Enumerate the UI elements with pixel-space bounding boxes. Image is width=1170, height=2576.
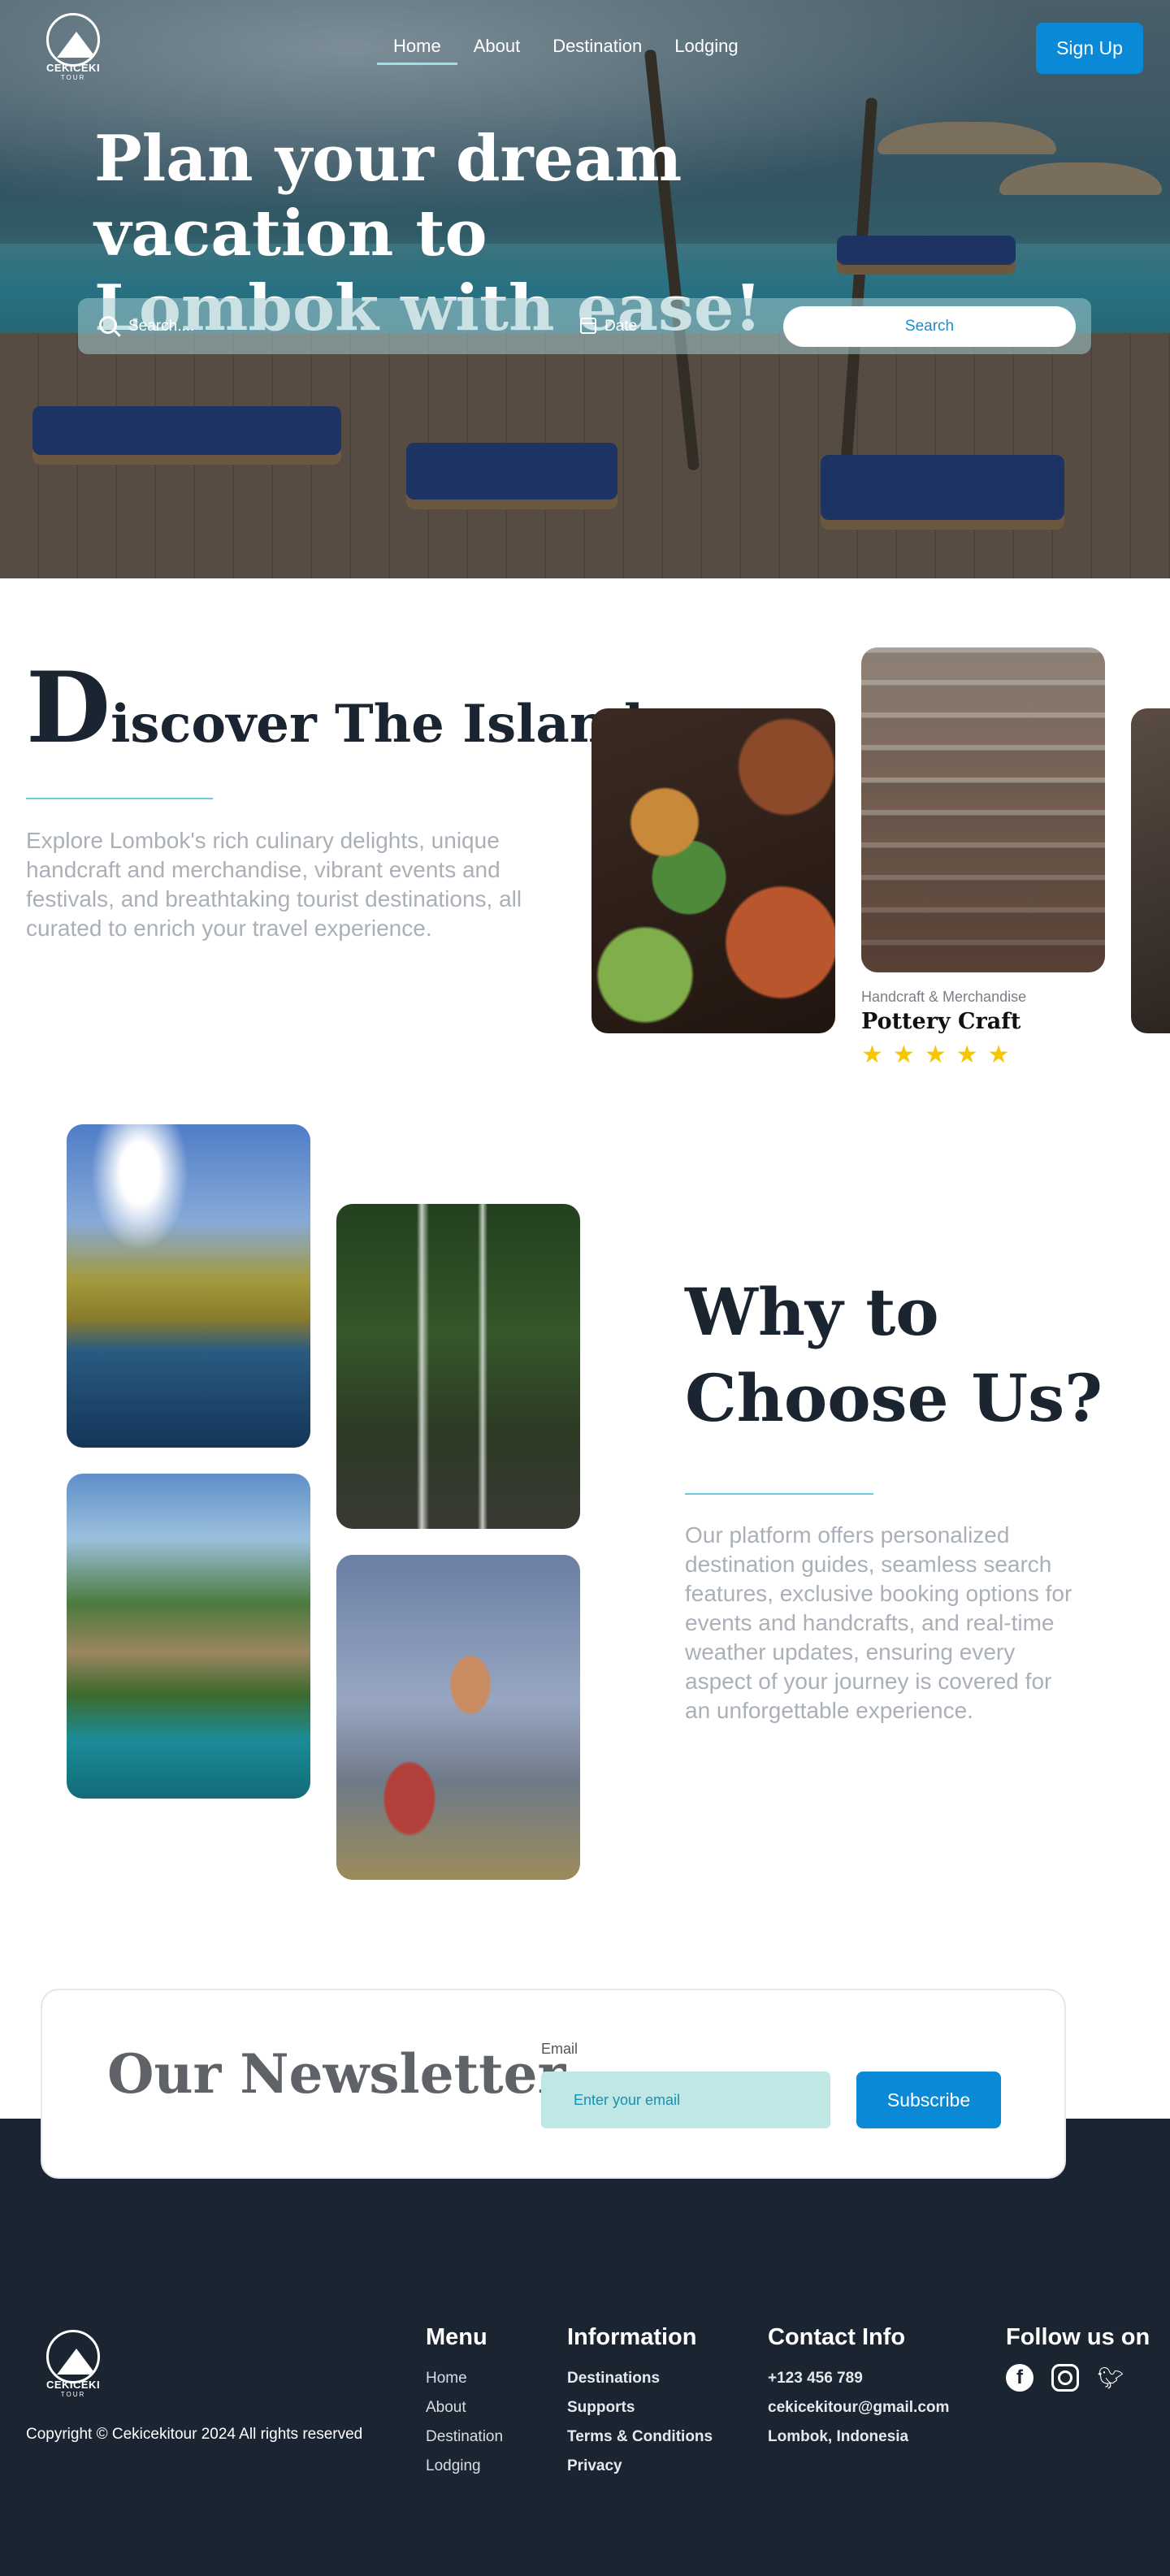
contact-phone: +123 456 789	[768, 2370, 863, 2387]
nav-about[interactable]: About	[457, 36, 537, 65]
star-icon: ★	[924, 1041, 947, 1068]
sign-up-button[interactable]: Sign Up	[1036, 23, 1143, 74]
discover-divider	[26, 798, 213, 799]
footer-link-about[interactable]: About	[426, 2393, 503, 2422]
facebook-icon[interactable]: f	[1006, 2364, 1034, 2392]
newsletter-title: Our Newsletter	[107, 2042, 566, 2106]
footer-menu-title: Menu	[426, 2324, 488, 2350]
hero-section: CEKICEKI TOUR Home About Destination Lod…	[0, 0, 1170, 578]
search-input[interactable]	[128, 311, 551, 342]
footer-information: Information Destinations Supports Terms …	[567, 2324, 713, 2481]
footer-menu: Menu Home About Destination Lodging	[426, 2324, 503, 2481]
nav-lodging[interactable]: Lodging	[658, 36, 754, 65]
brand-logo[interactable]: CEKICEKI TOUR	[39, 13, 107, 81]
contact-email[interactable]: cekicekitour@gmail.com	[768, 2393, 949, 2422]
footer-logo[interactable]: CEKICEKI TOUR	[39, 2330, 107, 2398]
discover-title-initial: D	[26, 651, 111, 765]
mountain-logo-icon	[46, 2330, 100, 2383]
footer-link-destination[interactable]: Destination	[426, 2422, 503, 2452]
why-choose-us-section: Why to Choose Us? Our platform offers pe…	[0, 1098, 1170, 1989]
rating-stars: ★ ★ ★ ★ ★	[861, 1043, 1010, 1067]
contact-address: Lombok, Indonesia	[768, 2428, 909, 2445]
footer-link-lodging[interactable]: Lodging	[426, 2452, 503, 2481]
why-divider	[685, 1493, 873, 1495]
twitter-icon[interactable]: 🐦︎	[1097, 2364, 1124, 2392]
footer-link-terms[interactable]: Terms & Conditions	[567, 2422, 713, 2452]
discover-title: Discover The Island	[26, 660, 644, 757]
footer-section: Our Newsletter Email Subscribe CEKICEKI …	[0, 1989, 1170, 2576]
footer-link-home[interactable]: Home	[426, 2364, 503, 2393]
culinary-card-image[interactable]	[592, 708, 835, 1033]
waterfall-image	[336, 1204, 580, 1529]
star-icon: ★	[956, 1041, 978, 1068]
copyright: Copyright © Cekicekitour 2024 All rights…	[26, 2426, 363, 2443]
instagram-icon[interactable]	[1051, 2364, 1079, 2392]
nav-destination[interactable]: Destination	[536, 36, 658, 65]
island-bay-image	[67, 1124, 310, 1448]
nav-home[interactable]: Home	[377, 36, 457, 65]
discover-section: Discover The Island Explore Lombok's ric…	[0, 578, 1170, 1098]
top-navigation: CEKICEKI TOUR Home About Destination Lod…	[0, 0, 1170, 97]
footer-link-destinations[interactable]: Destinations	[567, 2364, 713, 2393]
footer-social: Follow us on f 🐦︎	[1006, 2324, 1150, 2392]
discover-title-rest: iscover The Island	[110, 694, 644, 755]
brand-tagline: TOUR	[60, 74, 86, 81]
brand-tagline: TOUR	[60, 2391, 86, 2398]
footer-link-privacy[interactable]: Privacy	[567, 2452, 713, 2481]
footer-contact: Contact Info +123 456 789 cekicekitour@g…	[768, 2324, 949, 2452]
why-description: Our platform offers personalized destina…	[685, 1522, 1072, 1723]
email-field[interactable]	[541, 2072, 830, 2128]
footer-contact-title: Contact Info	[768, 2324, 906, 2350]
newsletter-card: Our Newsletter Email Subscribe	[41, 1989, 1066, 2179]
next-card-image[interactable]	[1131, 708, 1170, 1033]
pottery-image-shade	[861, 647, 1105, 972]
card-title[interactable]: Pottery Craft	[861, 1009, 1020, 1034]
footer-link-supports[interactable]: Supports	[567, 2393, 713, 2422]
email-label: Email	[541, 2041, 578, 2057]
social-links: f 🐦︎	[1006, 2364, 1150, 2392]
calendar-icon[interactable]	[580, 318, 596, 334]
search-button[interactable]: Search	[783, 306, 1076, 347]
card-category: Handcraft & Merchandise	[861, 989, 1027, 1005]
footer-follow-title: Follow us on	[1006, 2324, 1150, 2350]
subscribe-button[interactable]: Subscribe	[856, 2072, 1001, 2128]
traditional-dance-image	[336, 1555, 580, 1880]
footer-information-title: Information	[567, 2324, 697, 2350]
star-icon: ★	[892, 1041, 915, 1068]
search-icon	[99, 316, 117, 334]
hero-title-line-1: Plan your dream vacation to	[94, 122, 682, 271]
star-icon: ★	[861, 1041, 883, 1068]
star-icon: ★	[987, 1041, 1010, 1068]
date-picker[interactable]: Date	[604, 318, 637, 336]
why-title: Why to Choose Us?	[685, 1274, 1103, 1436]
mountain-logo-icon	[46, 13, 100, 67]
main-nav: Home About Destination Lodging	[377, 36, 755, 65]
discover-description: Explore Lombok's rich culinary delights,…	[26, 828, 522, 941]
resort-pool-image	[67, 1474, 310, 1799]
search-bar: Date Search	[78, 298, 1091, 354]
